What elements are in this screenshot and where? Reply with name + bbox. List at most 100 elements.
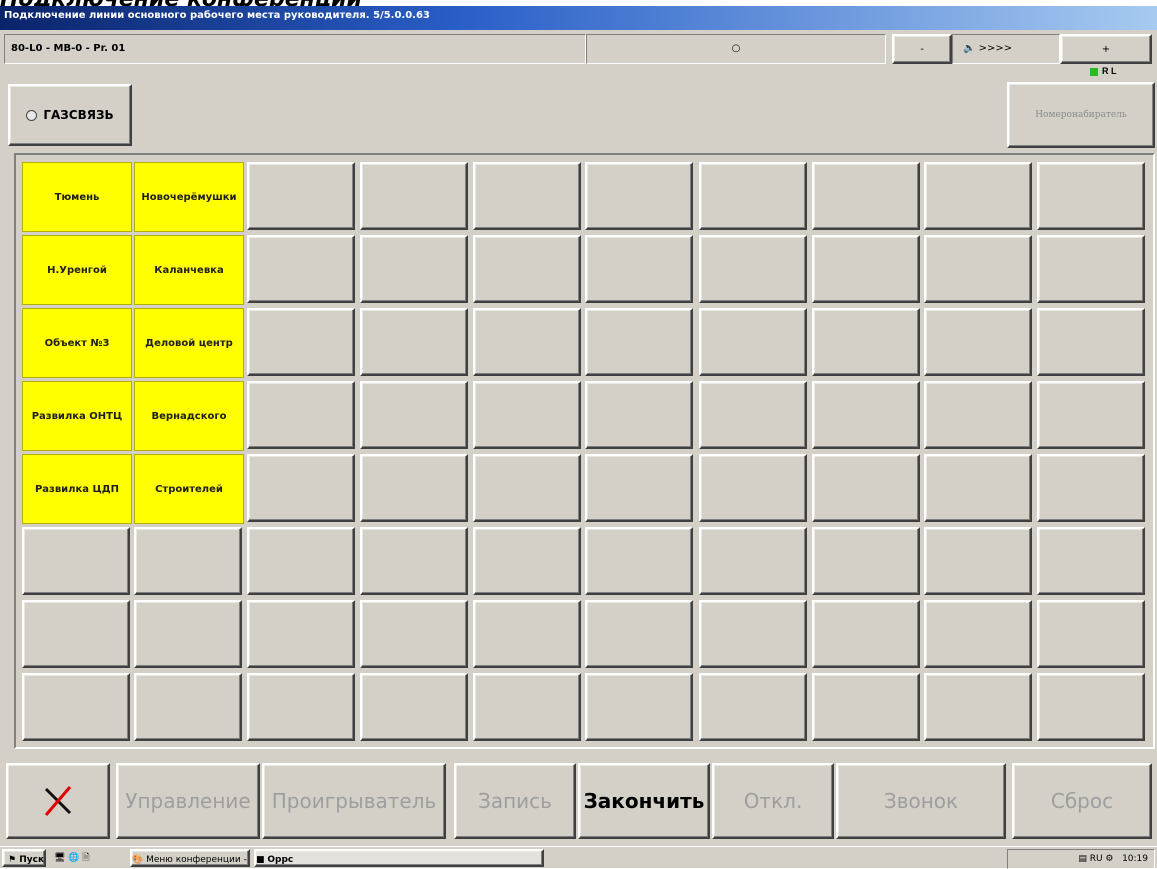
- tray-icons[interactable]: ▤ RU ⚙: [1078, 854, 1113, 864]
- subscriber-button[interactable]: Объект №3: [22, 308, 132, 378]
- empty-slot-button[interactable]: [22, 673, 130, 741]
- empty-slot-button[interactable]: [699, 381, 807, 449]
- quick-launch[interactable]: 🖥 🌐 🗎: [54, 849, 124, 867]
- control-button[interactable]: Управление: [116, 763, 260, 839]
- empty-slot-button[interactable]: [473, 308, 581, 376]
- empty-slot-button[interactable]: [1037, 527, 1145, 595]
- empty-slot-button[interactable]: [924, 381, 1032, 449]
- finish-button[interactable]: Закончить: [578, 763, 710, 839]
- empty-slot-button[interactable]: [247, 454, 355, 522]
- empty-slot-button[interactable]: [360, 308, 468, 376]
- empty-slot-button[interactable]: [699, 600, 807, 668]
- empty-slot-button[interactable]: [473, 527, 581, 595]
- empty-slot-button[interactable]: [924, 235, 1032, 303]
- subscriber-button[interactable]: Развилка ЦДП: [22, 454, 132, 524]
- window-title: Подключение линии основного рабочего мес…: [4, 10, 430, 21]
- empty-slot-button[interactable]: [924, 527, 1032, 595]
- empty-slot-button[interactable]: [247, 673, 355, 741]
- empty-slot-button[interactable]: [812, 381, 920, 449]
- call-button[interactable]: Звонок: [836, 763, 1006, 839]
- window-titlebar[interactable]: Подключение линии основного рабочего мес…: [0, 6, 1157, 30]
- empty-slot-button[interactable]: [473, 673, 581, 741]
- empty-slot-button[interactable]: [360, 381, 468, 449]
- subscriber-button[interactable]: Деловой центр: [134, 308, 244, 378]
- empty-slot-button[interactable]: [1037, 308, 1145, 376]
- empty-slot-button[interactable]: [1037, 381, 1145, 449]
- empty-slot-button[interactable]: [473, 454, 581, 522]
- empty-slot-button[interactable]: [247, 381, 355, 449]
- empty-slot-button[interactable]: [699, 454, 807, 522]
- empty-slot-button[interactable]: [585, 673, 693, 741]
- empty-slot-button[interactable]: [247, 527, 355, 595]
- empty-slot-button[interactable]: [924, 162, 1032, 230]
- empty-slot-button[interactable]: [812, 600, 920, 668]
- empty-slot-button[interactable]: [812, 527, 920, 595]
- empty-slot-button[interactable]: [812, 162, 920, 230]
- task-paint[interactable]: 🎨 Меню конференции - Paint: [130, 849, 250, 867]
- empty-slot-button[interactable]: [360, 235, 468, 303]
- empty-slot-button[interactable]: [360, 673, 468, 741]
- empty-slot-button[interactable]: [924, 673, 1032, 741]
- disconnect-button[interactable]: Откл.: [712, 763, 834, 839]
- empty-slot-button[interactable]: [924, 454, 1032, 522]
- empty-slot-button[interactable]: [473, 381, 581, 449]
- empty-slot-button[interactable]: [812, 673, 920, 741]
- empty-slot-button[interactable]: [585, 235, 693, 303]
- empty-slot-button[interactable]: [585, 162, 693, 230]
- empty-slot-button[interactable]: [360, 527, 468, 595]
- empty-slot-button[interactable]: [924, 600, 1032, 668]
- empty-slot-button[interactable]: [699, 673, 807, 741]
- record-button[interactable]: Запись: [454, 763, 576, 839]
- empty-slot-button[interactable]: [585, 527, 693, 595]
- empty-slot-button[interactable]: [247, 162, 355, 230]
- start-button[interactable]: ⚑ Пуск: [2, 849, 46, 867]
- empty-slot-button[interactable]: [473, 235, 581, 303]
- empty-slot-button[interactable]: [585, 381, 693, 449]
- subscriber-button[interactable]: Новочерёмушки: [134, 162, 244, 232]
- empty-slot-button[interactable]: [360, 600, 468, 668]
- empty-slot-button[interactable]: [699, 235, 807, 303]
- subscriber-button[interactable]: Н.Уренгой: [22, 235, 132, 305]
- dialer-button[interactable]: Номеронабиратель: [1007, 82, 1155, 148]
- empty-slot-button[interactable]: [1037, 235, 1145, 303]
- empty-slot-button[interactable]: [473, 600, 581, 668]
- empty-slot-button[interactable]: [134, 673, 242, 741]
- empty-slot-button[interactable]: [699, 527, 807, 595]
- empty-slot-button[interactable]: [360, 162, 468, 230]
- empty-slot-button[interactable]: [1037, 673, 1145, 741]
- empty-slot-button[interactable]: [247, 235, 355, 303]
- empty-slot-button[interactable]: [812, 454, 920, 522]
- empty-slot-button[interactable]: [812, 308, 920, 376]
- empty-slot-button[interactable]: [1037, 600, 1145, 668]
- empty-slot-button[interactable]: [1037, 162, 1145, 230]
- subscriber-button[interactable]: Развилка ОНТЦ: [22, 381, 132, 451]
- subscriber-button[interactable]: Вернадского: [134, 381, 244, 451]
- empty-slot-button[interactable]: [924, 308, 1032, 376]
- subscriber-button[interactable]: Тюмень: [22, 162, 132, 232]
- task-oppc[interactable]: ■ Oppc: [254, 849, 544, 867]
- empty-slot-button[interactable]: [134, 527, 242, 595]
- volume-up-button[interactable]: +: [1060, 34, 1152, 64]
- subscriber-button[interactable]: Строителей: [134, 454, 244, 524]
- empty-slot-button[interactable]: [585, 454, 693, 522]
- windows-taskbar: ⚑ Пуск 🖥 🌐 🗎 🎨 Меню конференции - Paint …: [0, 846, 1157, 869]
- player-button[interactable]: Проигрыватель: [262, 763, 446, 839]
- empty-slot-button[interactable]: [134, 600, 242, 668]
- tools-button[interactable]: [6, 763, 110, 839]
- empty-slot-button[interactable]: [585, 600, 693, 668]
- subscriber-button[interactable]: Каланчевка: [134, 235, 244, 305]
- reset-button[interactable]: Сброс: [1012, 763, 1152, 839]
- empty-slot-button[interactable]: [22, 527, 130, 595]
- empty-slot-button[interactable]: [585, 308, 693, 376]
- volume-down-button[interactable]: -: [892, 34, 952, 64]
- empty-slot-button[interactable]: [22, 600, 130, 668]
- empty-slot-button[interactable]: [812, 235, 920, 303]
- empty-slot-button[interactable]: [699, 308, 807, 376]
- empty-slot-button[interactable]: [247, 308, 355, 376]
- empty-slot-button[interactable]: [699, 162, 807, 230]
- empty-slot-button[interactable]: [1037, 454, 1145, 522]
- gas-link-button[interactable]: ГАЗСВЯЗЬ: [8, 84, 132, 146]
- empty-slot-button[interactable]: [360, 454, 468, 522]
- empty-slot-button[interactable]: [473, 162, 581, 230]
- empty-slot-button[interactable]: [247, 600, 355, 668]
